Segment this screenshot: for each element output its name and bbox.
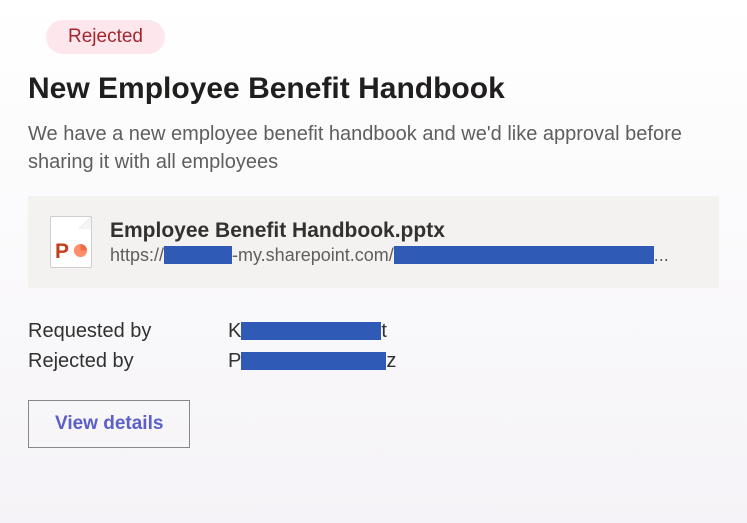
page-title: New Employee Benefit Handbook [28, 72, 719, 106]
url-prefix: https:// [110, 245, 164, 266]
rejected-by-label: Rejected by [28, 346, 228, 376]
value-prefix: P [228, 346, 241, 376]
requested-by-value: Kt [228, 316, 387, 346]
url-suffix: ... [654, 245, 669, 266]
file-icon-letter: P [55, 241, 69, 262]
view-details-button[interactable]: View details [28, 400, 190, 448]
attachment-url: https:// -my.sharepoint.com/... [110, 245, 697, 266]
powerpoint-file-icon: P [50, 216, 92, 268]
redacted-segment [241, 352, 386, 370]
url-middle: -my.sharepoint.com/ [232, 245, 394, 266]
redacted-segment [394, 246, 654, 264]
approval-metadata: Requested by Kt Rejected by Pz [28, 316, 719, 376]
pie-chart-icon [73, 243, 88, 258]
requested-by-label: Requested by [28, 316, 228, 346]
redacted-segment [241, 322, 381, 340]
attachment-file-name: Employee Benefit Handbook.pptx [110, 219, 697, 243]
attachment-card[interactable]: P Employee Benefit Handbook.pptx https:/… [28, 196, 719, 288]
value-suffix: t [381, 316, 387, 346]
value-suffix: z [386, 346, 396, 376]
rejected-by-value: Pz [228, 346, 396, 376]
rejected-by-row: Rejected by Pz [28, 346, 719, 376]
redacted-segment [164, 246, 232, 264]
requested-by-row: Requested by Kt [28, 316, 719, 346]
status-badge: Rejected [46, 20, 165, 54]
attachment-info: Employee Benefit Handbook.pptx https:// -… [110, 219, 697, 266]
approval-description: We have a new employee benefit handbook … [28, 120, 719, 176]
value-prefix: K [228, 316, 241, 346]
